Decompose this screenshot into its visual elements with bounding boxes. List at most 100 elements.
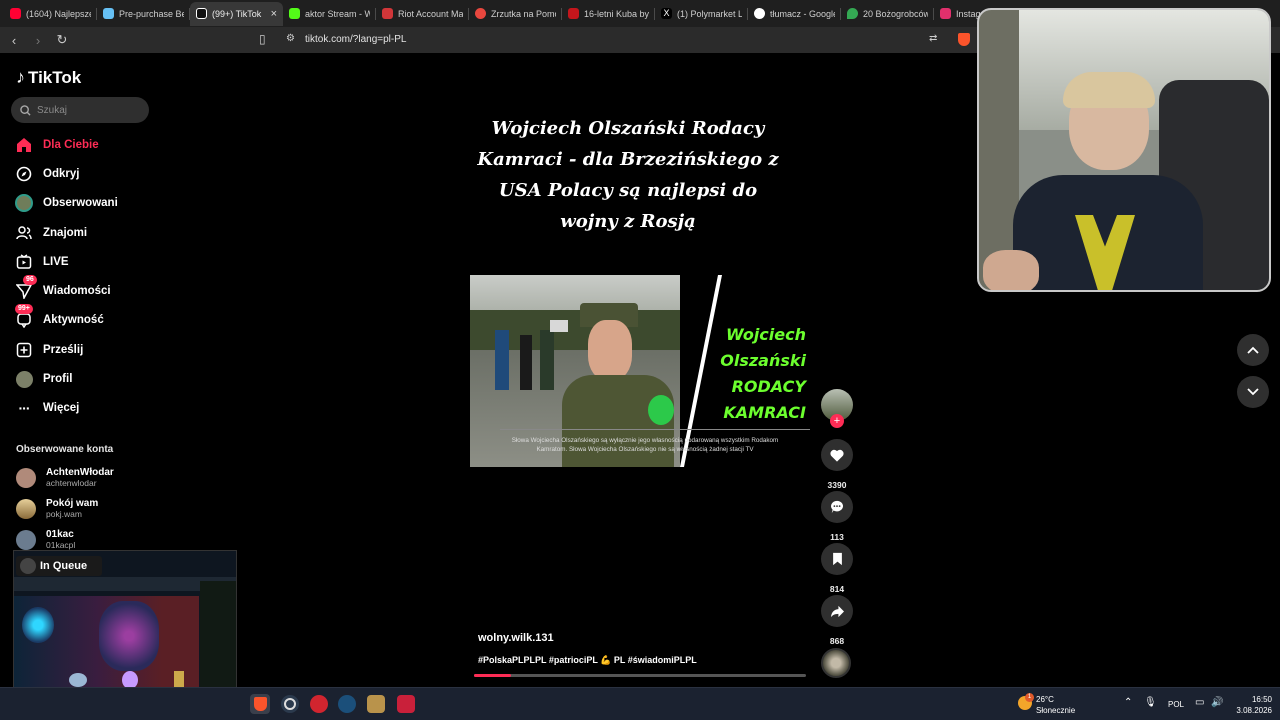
brave-shield-icon[interactable] xyxy=(958,33,970,46)
chevron-up-icon[interactable]: ⌃ xyxy=(1124,697,1132,708)
chevron-down-icon xyxy=(1247,388,1259,396)
forward-icon[interactable]: › xyxy=(28,33,48,48)
comment-button-circle xyxy=(821,491,853,523)
close-tab-icon[interactable]: × xyxy=(271,8,277,20)
profile-icon xyxy=(15,370,33,388)
heart-icon xyxy=(830,449,844,462)
nav-item-messages[interactable]: 96 Wiadomości xyxy=(15,275,111,300)
previous-video-button[interactable] xyxy=(1237,334,1269,366)
nav-item-profile[interactable]: Profil xyxy=(15,370,72,388)
site-info-icon[interactable]: ⚙ xyxy=(286,33,295,44)
nav-item-upload[interactable]: Prześlij xyxy=(15,341,83,359)
instagram-icon xyxy=(940,8,951,19)
news-icon xyxy=(568,8,579,19)
browser-tab[interactable]: Pre-purchase Be xyxy=(97,2,190,26)
nav-item-following[interactable]: Obserwowani xyxy=(15,194,118,212)
back-icon[interactable]: ‹ xyxy=(4,33,24,48)
webcam-overlay xyxy=(977,8,1271,292)
league-taskbar-button[interactable] xyxy=(367,695,385,713)
following-accounts-heading: Obserwowane konta xyxy=(16,444,114,455)
comment-count: 113 xyxy=(830,532,844,542)
friends-icon xyxy=(15,224,33,242)
following-avatar-icon xyxy=(15,194,33,212)
translate-icon[interactable]: ⇄ xyxy=(929,33,937,44)
browser-tab-active[interactable]: (99+) TikTok × xyxy=(190,1,283,26)
obs-icon xyxy=(284,698,296,710)
compass-icon xyxy=(15,165,33,183)
obs-taskbar-button[interactable] xyxy=(281,695,299,713)
app-taskbar-button[interactable] xyxy=(397,695,415,713)
microphone-icon[interactable]: 🎙 xyxy=(1144,697,1157,708)
avatar xyxy=(16,498,36,519)
language-indicator[interactable]: POL xyxy=(1168,700,1184,709)
activity-icon: 99+ xyxy=(15,304,33,329)
video-author-username[interactable]: wolny.wilk.131 xyxy=(478,632,554,644)
video-hashtags[interactable]: #PolskaPLPLPL #patriociPL 💪 PL #świadomi… xyxy=(478,655,697,666)
weather-widget[interactable]: 26°C Słonecznie xyxy=(1036,694,1075,716)
followed-account[interactable]: AchtenWłodar achtenwlodar xyxy=(16,467,114,488)
bookmark-button[interactable]: 814 xyxy=(821,543,853,594)
followed-account[interactable]: 01kac 01kacpl xyxy=(16,529,75,550)
tiktok-logo[interactable]: ♪ TikTok xyxy=(16,67,81,88)
share-arrow-icon xyxy=(830,605,844,617)
browser-tab[interactable]: 16-letni Kuba by xyxy=(562,2,655,26)
chevron-up-icon xyxy=(1247,346,1259,354)
followed-account[interactable]: Pokój wam pokj.wam xyxy=(16,498,98,519)
zrzutka-icon xyxy=(475,8,486,19)
url-field[interactable]: tiktok.com/?lang=pl-PL xyxy=(305,34,406,45)
system-clock[interactable]: 16:50 3.08.2026 xyxy=(1232,694,1272,716)
search-input[interactable]: Szukaj xyxy=(11,97,149,123)
like-button[interactable]: 3390 xyxy=(821,439,853,490)
comment-icon xyxy=(831,500,844,514)
google-icon xyxy=(754,8,765,19)
search-icon xyxy=(20,104,31,116)
comment-button[interactable]: 113 xyxy=(821,491,853,542)
video-title-text: Wojciech Olszański Rodacy Kamraci - dla … xyxy=(477,118,779,232)
avatar xyxy=(16,529,36,550)
bookmark-page-icon[interactable]: ▯ xyxy=(259,32,266,46)
browser-tab[interactable]: Zrzutka na Pomo xyxy=(469,2,562,26)
music-disc-icon xyxy=(821,648,851,678)
brave-icon xyxy=(253,697,267,711)
in-queue-label: In Queue xyxy=(16,556,102,576)
video-progress-fill xyxy=(474,674,511,677)
upload-icon xyxy=(15,341,33,359)
profile-avatar-icon xyxy=(20,558,36,574)
tiktok-icon xyxy=(196,8,207,19)
messages-badge: 96 xyxy=(23,275,37,285)
nav-item-for-you[interactable]: Dla Ciebie xyxy=(15,136,99,154)
music-disc-button[interactable] xyxy=(821,648,853,678)
video-progress-bar[interactable] xyxy=(474,674,806,677)
home-icon xyxy=(15,136,33,154)
nav-item-activity[interactable]: 99+ Aktywność xyxy=(15,304,104,329)
share-button[interactable]: 868 xyxy=(821,595,853,646)
like-count: 3390 xyxy=(827,480,847,490)
browser-tab[interactable]: aktor Stream - W xyxy=(283,2,376,26)
browser-tab[interactable]: Riot Account Ma xyxy=(376,2,469,26)
browser-tab[interactable]: tłumacz - Google xyxy=(748,2,841,26)
sun-weather-icon: 1 xyxy=(1018,693,1034,710)
browser-tab[interactable]: (1604) Najlepsze xyxy=(4,2,97,26)
nav-item-more[interactable]: ··· Więcej xyxy=(15,399,80,417)
messages-icon: 96 xyxy=(15,275,37,300)
avatar xyxy=(16,467,36,488)
reload-icon[interactable]: ↻ xyxy=(52,32,72,48)
riot-taskbar-button[interactable] xyxy=(310,695,328,713)
network-icon[interactable]: ▭ xyxy=(1195,697,1204,708)
browser-tab[interactable]: X (1) Polymarket Lo xyxy=(655,2,748,26)
volume-icon[interactable]: 🔊 xyxy=(1211,697,1223,708)
nav-item-friends[interactable]: Znajomi xyxy=(15,224,87,242)
bookmark-button-circle xyxy=(821,543,853,575)
browser-tab[interactable]: 20 Bożogrobców xyxy=(841,2,934,26)
brave-taskbar-button[interactable] xyxy=(250,694,270,714)
bookmark-icon xyxy=(832,552,842,566)
nav-item-explore[interactable]: Odkryj xyxy=(15,165,79,183)
share-button-circle xyxy=(821,595,853,627)
next-video-button[interactable] xyxy=(1237,376,1269,408)
steam-taskbar-button[interactable] xyxy=(338,695,356,713)
weather-badge: 1 xyxy=(1025,693,1034,702)
nav-item-live[interactable]: LIVE xyxy=(15,253,69,271)
video-overlay-text: Wojciech Olszański RODACY KAMRACI xyxy=(720,325,806,422)
follow-plus-icon[interactable]: + xyxy=(830,414,844,428)
author-avatar-button[interactable]: + xyxy=(821,389,853,428)
